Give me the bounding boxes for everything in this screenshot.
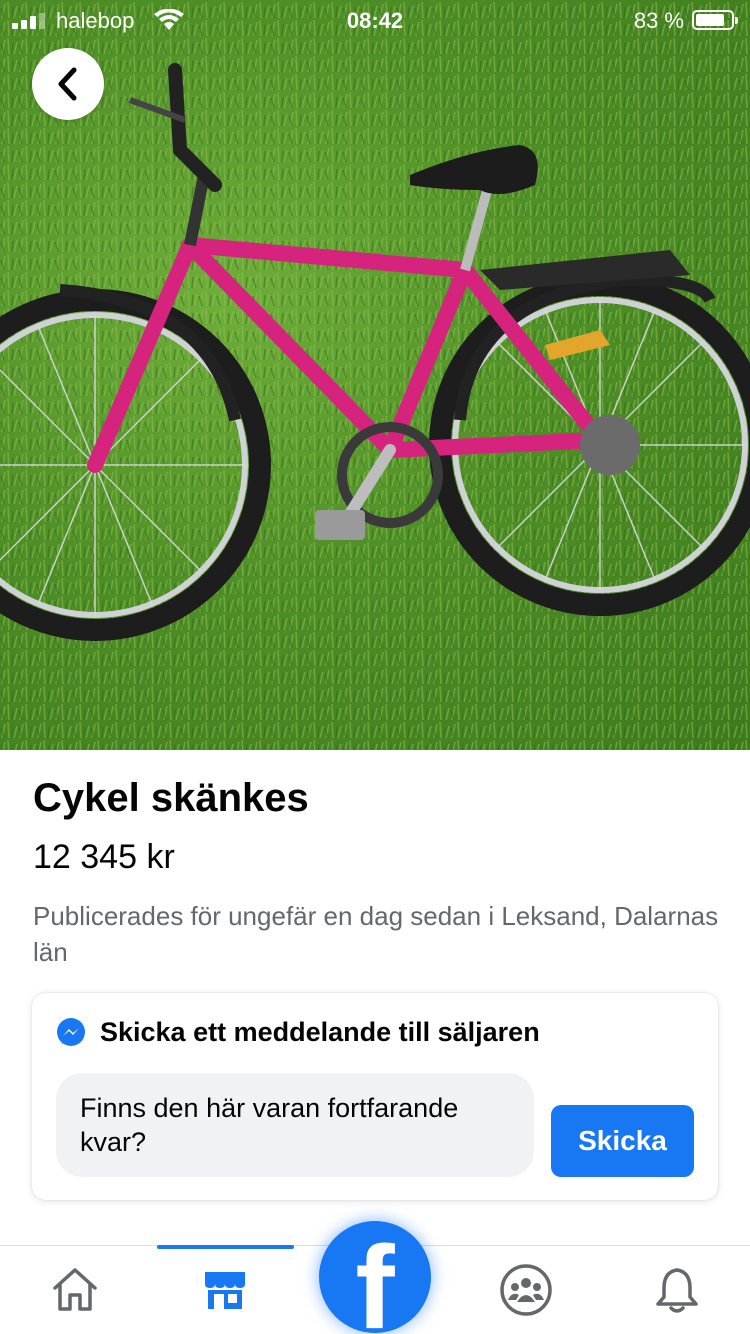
message-card-header: Skicka ett meddelande till säljaren	[56, 1017, 540, 1048]
home-icon[interactable]	[50, 1264, 100, 1314]
notifications-icon[interactable]	[652, 1264, 702, 1316]
marketplace-icon[interactable]	[200, 1264, 250, 1314]
chevron-left-icon	[58, 67, 77, 101]
battery-percent: 83 %	[633, 8, 684, 33]
listing-meta: Publicerades för ungefär en dag sedan i …	[33, 901, 719, 967]
messenger-icon	[57, 1017, 85, 1046]
active-tab-indicator	[157, 1245, 294, 1249]
send-button[interactable]: Skicka	[551, 1105, 694, 1177]
message-card-heading: Skicka ett meddelande till säljaren	[100, 1017, 540, 1047]
status-bar: halebop 08:42 83 %	[0, 0, 750, 40]
listing-price: 12 345 kr	[33, 838, 175, 876]
listing-title: Cykel skänkes	[33, 776, 309, 820]
battery-icon	[692, 10, 738, 30]
battery-fill	[696, 14, 725, 26]
facebook-logo-letter: f	[355, 1222, 395, 1333]
bicycle-illustration	[0, 0, 750, 750]
back-button[interactable]	[32, 48, 104, 120]
groups-icon[interactable]	[500, 1264, 552, 1316]
facebook-logo[interactable]: f	[319, 1221, 431, 1333]
message-seller-card: Skicka ett meddelande till säljaren Finn…	[32, 993, 718, 1200]
message-input[interactable]: Finns den här varan fortfarande kvar?	[56, 1073, 534, 1177]
listing-photo[interactable]	[0, 0, 750, 750]
